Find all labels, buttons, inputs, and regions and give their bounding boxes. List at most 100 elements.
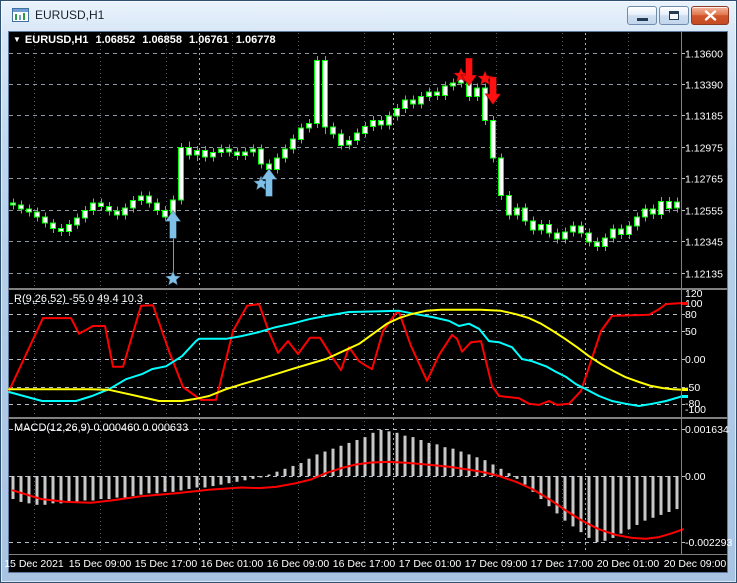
candle-body — [626, 225, 632, 235]
candle-body — [50, 222, 56, 229]
candle-body — [546, 224, 552, 234]
restore-button[interactable] — [659, 6, 689, 25]
candle-body — [602, 237, 608, 247]
candle-body — [162, 210, 168, 218]
candle-body — [186, 147, 192, 156]
candle-body — [66, 224, 72, 232]
candle-body — [154, 202, 160, 211]
macd-histogram-bar — [147, 476, 151, 494]
macd-histogram-bar — [155, 476, 159, 494]
oscillator-axis-label: 0.00 — [685, 354, 706, 366]
chart-symbol-period: EURUSD,H1 — [24, 34, 89, 46]
price-axis-label: 1.12135 — [685, 269, 723, 281]
oscillator-axis-label: 80 — [685, 309, 697, 321]
price-axis-label: 1.13390 — [685, 80, 723, 92]
restore-icon — [669, 11, 679, 20]
macd-histogram-bar — [443, 447, 447, 476]
macd-histogram-bar — [315, 454, 319, 476]
macd-axis-label: 0.00 — [685, 471, 706, 483]
macd-histogram-bar — [179, 476, 183, 491]
candle-body — [258, 148, 264, 165]
close-button[interactable] — [691, 6, 729, 25]
chart-canvas[interactable]: 1.13600 1.13390 1.13185 1.12975 1.12765 1.125… — [1, 1, 737, 583]
candle-body — [282, 148, 288, 159]
macd-histogram-bar — [19, 476, 23, 502]
macd-histogram-bar — [379, 429, 383, 476]
candle-body — [634, 216, 640, 227]
minimize-button[interactable] — [627, 6, 657, 25]
macd-histogram-bar — [339, 445, 343, 476]
candle-body — [402, 99, 408, 109]
macd-histogram-bar — [195, 476, 199, 488]
candle-body — [594, 241, 600, 247]
candle-body — [346, 140, 352, 146]
candle-body — [434, 91, 440, 97]
time-axis-label: 20 Dec 01:00 — [597, 558, 660, 570]
price-axis-label: 1.12345 — [685, 237, 723, 249]
candle-body — [610, 228, 616, 239]
macd-histogram-bar — [547, 476, 551, 507]
macd-histogram-bar — [659, 476, 663, 515]
candle-body — [514, 207, 520, 216]
macd-histogram-bar — [395, 432, 399, 476]
macd-histogram-bar — [107, 476, 111, 500]
macd-histogram-bar — [515, 476, 519, 479]
panel-divider[interactable] — [8, 288, 728, 290]
candle-body — [18, 204, 24, 210]
macd-histogram-bar — [411, 437, 415, 476]
candle-body — [554, 232, 560, 240]
candle-body — [194, 150, 200, 156]
macd-histogram-bar — [507, 473, 511, 476]
macd-histogram-bar — [643, 476, 647, 521]
time-axis-label: 16 Dec 01:00 — [201, 558, 264, 570]
candle-body — [322, 60, 328, 128]
macd-histogram-bar — [123, 476, 127, 498]
macd-histogram-bar — [355, 440, 359, 476]
macd-histogram-bar — [371, 432, 375, 476]
macd-histogram-bar — [403, 435, 407, 476]
panel-divider[interactable] — [8, 417, 728, 419]
candle-body — [98, 202, 104, 208]
candle-body — [506, 195, 512, 216]
macd-histogram-bar — [499, 468, 503, 476]
macd-histogram-bar — [555, 476, 559, 514]
macd-histogram-bar — [115, 476, 119, 498]
candle-body — [442, 85, 448, 97]
candle-body — [138, 195, 144, 202]
macd-histogram-bar — [467, 454, 471, 476]
candle-body — [146, 195, 152, 204]
macd-histogram-bar — [211, 476, 215, 487]
candle-body — [178, 147, 184, 201]
macd-histogram-bar — [347, 442, 351, 476]
candle-body — [450, 82, 456, 87]
window-titlebar[interactable]: EURUSD,H1 — [1, 1, 736, 31]
candle-body — [394, 108, 400, 117]
price-axis-label: 1.13185 — [685, 111, 723, 123]
macd-histogram-bar — [275, 471, 279, 476]
candle-body — [298, 127, 304, 140]
oscillator-axis-label: 50 — [685, 326, 697, 338]
candle-body — [42, 216, 48, 224]
macd-histogram-bar — [59, 476, 63, 504]
chart-ohlc-header: ▼ EURUSD,H1 1.06852 1.06858 1.06761 1.06778 — [13, 34, 283, 46]
macd-histogram-bar — [243, 476, 247, 481]
oscillator-indicator-label: R(9,26,52) -55.0 49.4 10.3 — [14, 293, 144, 305]
indicator-current-value-tick — [682, 388, 688, 391]
candle-body — [106, 206, 112, 212]
chevron-down-icon: ▼ — [13, 35, 21, 44]
macd-histogram-bar — [251, 476, 255, 479]
indicator-current-value-tick — [682, 302, 688, 305]
macd-histogram-bar — [299, 463, 303, 476]
macd-histogram-bar — [307, 458, 311, 476]
candle-body — [618, 228, 624, 235]
price-axis-label: 1.12555 — [685, 206, 723, 218]
candle-body — [250, 148, 256, 153]
macd-histogram-bar — [523, 476, 527, 485]
candle-body — [306, 123, 312, 129]
macd-histogram-bar — [451, 448, 455, 476]
candle-body — [378, 120, 384, 126]
candle-body — [674, 201, 680, 209]
window-title: EURUSD,H1 — [35, 8, 105, 22]
candle-body — [362, 126, 368, 134]
candle-body — [570, 225, 576, 233]
